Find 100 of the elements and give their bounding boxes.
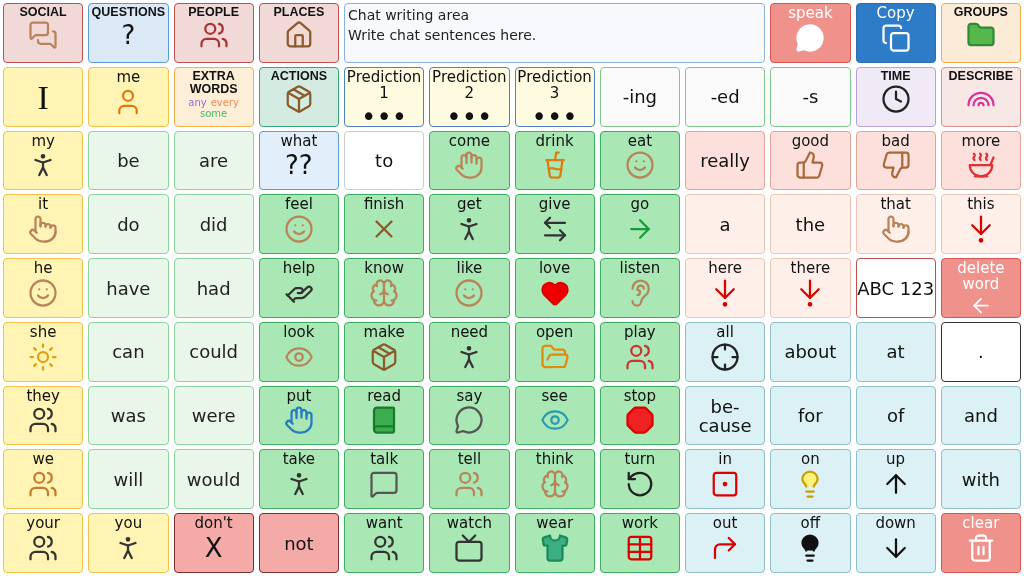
word-button[interactable]: eat bbox=[599, 130, 680, 191]
word-button[interactable]: wear bbox=[514, 513, 595, 573]
category-button[interactable]: GROUPS bbox=[940, 3, 1021, 63]
word-button[interactable]: look bbox=[258, 321, 339, 382]
word-button[interactable]: put bbox=[258, 385, 339, 446]
word-button[interactable]: out bbox=[685, 513, 766, 573]
category-button[interactable]: EXTRA WORDS any every some bbox=[173, 66, 254, 127]
word-button[interactable]: Prediction 1 ••• bbox=[344, 66, 425, 127]
word-button[interactable]: love bbox=[514, 258, 595, 318]
word-button[interactable]: at bbox=[855, 321, 936, 382]
word-button[interactable]: play bbox=[599, 321, 680, 382]
word-button[interactable]: the bbox=[770, 194, 851, 255]
word-button[interactable]: more bbox=[940, 130, 1021, 191]
word-button[interactable]: up bbox=[855, 449, 936, 510]
word-button[interactable]: down bbox=[855, 513, 936, 573]
category-button[interactable]: PLACES bbox=[258, 3, 339, 63]
word-button[interactable]: go bbox=[599, 194, 680, 255]
word-button[interactable]: my bbox=[3, 130, 84, 191]
word-button[interactable]: will bbox=[88, 449, 169, 510]
word-button[interactable]: finish bbox=[344, 194, 425, 255]
word-button[interactable]: they bbox=[3, 385, 84, 446]
word-button[interactable]: work bbox=[599, 513, 680, 573]
word-button[interactable]: what ?? bbox=[258, 130, 339, 191]
word-button[interactable]: Prediction 3 ••• bbox=[514, 66, 595, 127]
word-button[interactable]: come bbox=[429, 130, 510, 191]
word-button[interactable]: stop bbox=[599, 385, 680, 446]
word-button[interactable]: about bbox=[770, 321, 851, 382]
word-button[interactable]: off bbox=[770, 513, 851, 573]
word-button[interactable]: have bbox=[88, 258, 169, 318]
category-button[interactable]: QUESTIONS ? bbox=[88, 3, 169, 63]
word-button[interactable]: make bbox=[344, 321, 425, 382]
word-button[interactable]: not bbox=[258, 513, 339, 573]
word-button[interactable]: was bbox=[88, 385, 169, 446]
word-button[interactable]: say bbox=[429, 385, 510, 446]
word-button[interactable]: like bbox=[429, 258, 510, 318]
word-button[interactable]: turn bbox=[599, 449, 680, 510]
word-button[interactable]: there bbox=[770, 258, 851, 318]
chat-area[interactable]: Chat writing area Write chat sentences here. bbox=[344, 3, 766, 63]
word-button[interactable]: she bbox=[3, 321, 84, 382]
word-button[interactable]: a bbox=[685, 194, 766, 255]
word-button[interactable]: need bbox=[429, 321, 510, 382]
word-button[interactable]: give bbox=[514, 194, 595, 255]
word-button[interactable]: in bbox=[685, 449, 766, 510]
word-button[interactable]: be- cause bbox=[685, 385, 766, 446]
word-button[interactable]: here bbox=[685, 258, 766, 318]
word-button[interactable]: really bbox=[685, 130, 766, 191]
word-button[interactable]: do bbox=[88, 194, 169, 255]
category-button[interactable]: ACTIONS bbox=[258, 66, 339, 127]
word-button[interactable]: can bbox=[88, 321, 169, 382]
word-button[interactable]: bad bbox=[855, 130, 936, 191]
word-button[interactable]: that bbox=[855, 194, 936, 255]
word-button[interactable]: on bbox=[770, 449, 851, 510]
word-button[interactable]: for bbox=[770, 385, 851, 446]
word-button[interactable]: Prediction 2 ••• bbox=[429, 66, 510, 127]
word-button[interactable]: . bbox=[940, 321, 1021, 382]
word-button[interactable]: want bbox=[344, 513, 425, 573]
category-button[interactable]: DESCRIBE bbox=[940, 66, 1021, 127]
word-button[interactable]: think bbox=[514, 449, 595, 510]
word-button[interactable]: talk bbox=[344, 449, 425, 510]
word-button[interactable]: take bbox=[258, 449, 339, 510]
word-button[interactable]: be bbox=[88, 130, 169, 191]
word-button[interactable]: help bbox=[258, 258, 339, 318]
word-button[interactable]: good bbox=[770, 130, 851, 191]
word-button[interactable]: he bbox=[3, 258, 84, 318]
word-button[interactable]: listen bbox=[599, 258, 680, 318]
word-button[interactable]: ABC 123 bbox=[855, 258, 936, 318]
word-button[interactable]: Copy bbox=[855, 3, 936, 63]
word-button[interactable]: had bbox=[173, 258, 254, 318]
word-button[interactable]: -ed bbox=[685, 66, 766, 127]
word-button[interactable]: don't X bbox=[173, 513, 254, 573]
word-button[interactable]: and bbox=[940, 385, 1021, 446]
word-button[interactable]: get bbox=[429, 194, 510, 255]
word-button[interactable]: are bbox=[173, 130, 254, 191]
word-button[interactable]: this bbox=[940, 194, 1021, 255]
word-button[interactable]: you bbox=[88, 513, 169, 573]
word-button[interactable]: it bbox=[3, 194, 84, 255]
word-button[interactable]: -ing bbox=[599, 66, 680, 127]
category-button[interactable]: SOCIAL bbox=[3, 3, 84, 63]
word-button[interactable]: with bbox=[940, 449, 1021, 510]
word-button[interactable]: could bbox=[173, 321, 254, 382]
category-button[interactable]: TIME bbox=[855, 66, 936, 127]
word-button[interactable]: open bbox=[514, 321, 595, 382]
category-button[interactable]: PEOPLE bbox=[173, 3, 254, 63]
word-button[interactable]: see bbox=[514, 385, 595, 446]
word-button[interactable]: read bbox=[344, 385, 425, 446]
word-button[interactable]: did bbox=[173, 194, 254, 255]
word-button[interactable]: know bbox=[344, 258, 425, 318]
word-button[interactable]: -s bbox=[770, 66, 851, 127]
word-button[interactable]: of bbox=[855, 385, 936, 446]
word-button[interactable]: were bbox=[173, 385, 254, 446]
word-button[interactable]: tell bbox=[429, 449, 510, 510]
word-button[interactable]: would bbox=[173, 449, 254, 510]
word-button[interactable]: to bbox=[344, 130, 425, 191]
word-button[interactable]: we bbox=[3, 449, 84, 510]
word-button[interactable]: your bbox=[3, 513, 84, 573]
word-button[interactable]: me bbox=[88, 66, 169, 127]
word-button[interactable]: all bbox=[685, 321, 766, 382]
word-button[interactable]: feel bbox=[258, 194, 339, 255]
word-button[interactable]: drink bbox=[514, 130, 595, 191]
word-button[interactable]: I bbox=[3, 66, 84, 127]
